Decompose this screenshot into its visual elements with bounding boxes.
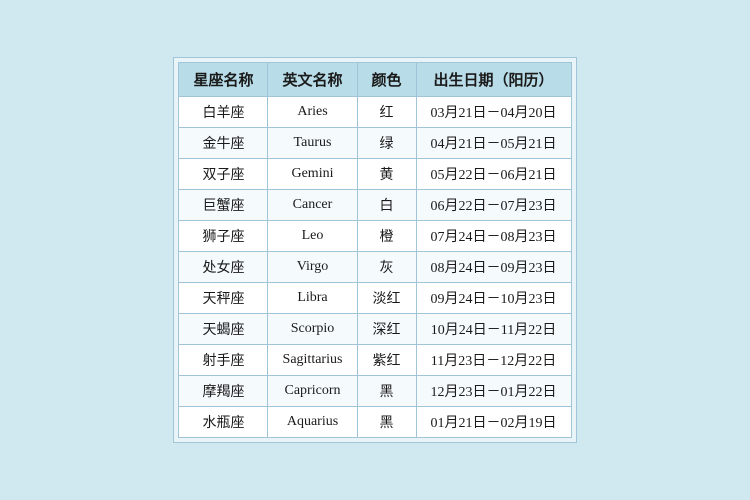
cell-r3-c3: 06月22日－07月23日 xyxy=(416,190,571,221)
table-row: 水瓶座Aquarius黑01月21日－02月19日 xyxy=(179,407,571,438)
cell-r3-c0: 巨蟹座 xyxy=(179,190,268,221)
table-row: 双子座Gemini黄05月22日－06月21日 xyxy=(179,159,571,190)
cell-r9-c2: 黑 xyxy=(357,376,416,407)
cell-r5-c0: 处女座 xyxy=(179,252,268,283)
table-row: 狮子座Leo橙07月24日－08月23日 xyxy=(179,221,571,252)
cell-r4-c0: 狮子座 xyxy=(179,221,268,252)
cell-r8-c2: 紫红 xyxy=(357,345,416,376)
cell-r2-c2: 黄 xyxy=(357,159,416,190)
cell-r7-c0: 天蝎座 xyxy=(179,314,268,345)
cell-r7-c2: 深红 xyxy=(357,314,416,345)
cell-r6-c1: Libra xyxy=(268,283,357,314)
cell-r3-c2: 白 xyxy=(357,190,416,221)
cell-r0-c2: 红 xyxy=(357,97,416,128)
table-row: 金牛座Taurus绿04月21日－05月21日 xyxy=(179,128,571,159)
cell-r2-c0: 双子座 xyxy=(179,159,268,190)
cell-r8-c1: Sagittarius xyxy=(268,345,357,376)
cell-r6-c2: 淡红 xyxy=(357,283,416,314)
cell-r1-c3: 04月21日－05月21日 xyxy=(416,128,571,159)
column-header-1: 英文名称 xyxy=(268,63,357,97)
cell-r4-c2: 橙 xyxy=(357,221,416,252)
cell-r4-c1: Leo xyxy=(268,221,357,252)
table-row: 巨蟹座Cancer白06月22日－07月23日 xyxy=(179,190,571,221)
zodiac-table: 星座名称英文名称颜色出生日期（阳历） 白羊座Aries红03月21日－04月20… xyxy=(178,62,571,438)
column-header-3: 出生日期（阳历） xyxy=(416,63,571,97)
cell-r5-c2: 灰 xyxy=(357,252,416,283)
table-row: 处女座Virgo灰08月24日－09月23日 xyxy=(179,252,571,283)
cell-r9-c3: 12月23日－01月22日 xyxy=(416,376,571,407)
cell-r6-c3: 09月24日－10月23日 xyxy=(416,283,571,314)
cell-r5-c3: 08月24日－09月23日 xyxy=(416,252,571,283)
cell-r10-c1: Aquarius xyxy=(268,407,357,438)
table-row: 射手座Sagittarius紫红11月23日－12月22日 xyxy=(179,345,571,376)
cell-r8-c0: 射手座 xyxy=(179,345,268,376)
cell-r8-c3: 11月23日－12月22日 xyxy=(416,345,571,376)
cell-r7-c1: Scorpio xyxy=(268,314,357,345)
cell-r0-c3: 03月21日－04月20日 xyxy=(416,97,571,128)
cell-r2-c1: Gemini xyxy=(268,159,357,190)
table-header-row: 星座名称英文名称颜色出生日期（阳历） xyxy=(179,63,571,97)
cell-r9-c1: Capricorn xyxy=(268,376,357,407)
table-row: 天秤座Libra淡红09月24日－10月23日 xyxy=(179,283,571,314)
cell-r6-c0: 天秤座 xyxy=(179,283,268,314)
table-row: 白羊座Aries红03月21日－04月20日 xyxy=(179,97,571,128)
cell-r9-c0: 摩羯座 xyxy=(179,376,268,407)
column-header-0: 星座名称 xyxy=(179,63,268,97)
cell-r5-c1: Virgo xyxy=(268,252,357,283)
cell-r10-c3: 01月21日－02月19日 xyxy=(416,407,571,438)
cell-r7-c3: 10月24日－11月22日 xyxy=(416,314,571,345)
cell-r3-c1: Cancer xyxy=(268,190,357,221)
table-row: 天蝎座Scorpio深红10月24日－11月22日 xyxy=(179,314,571,345)
table-row: 摩羯座Capricorn黑12月23日－01月22日 xyxy=(179,376,571,407)
cell-r2-c3: 05月22日－06月21日 xyxy=(416,159,571,190)
cell-r1-c1: Taurus xyxy=(268,128,357,159)
cell-r1-c0: 金牛座 xyxy=(179,128,268,159)
cell-r1-c2: 绿 xyxy=(357,128,416,159)
cell-r10-c0: 水瓶座 xyxy=(179,407,268,438)
cell-r0-c0: 白羊座 xyxy=(179,97,268,128)
cell-r4-c3: 07月24日－08月23日 xyxy=(416,221,571,252)
column-header-2: 颜色 xyxy=(357,63,416,97)
cell-r0-c1: Aries xyxy=(268,97,357,128)
zodiac-table-container: 星座名称英文名称颜色出生日期（阳历） 白羊座Aries红03月21日－04月20… xyxy=(173,57,576,443)
cell-r10-c2: 黑 xyxy=(357,407,416,438)
